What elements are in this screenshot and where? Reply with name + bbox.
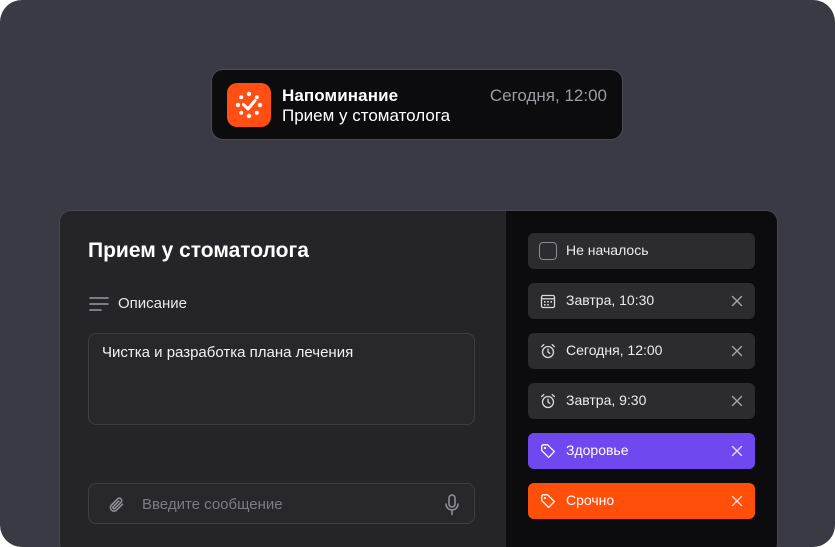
attachment-icon[interactable]	[107, 495, 127, 515]
alarm-clock-icon	[540, 343, 556, 359]
tag-chip-urgent[interactable]: Срочно	[528, 483, 755, 519]
task-card: Прием у стоматолога Описание Чистка и ра…	[59, 210, 778, 547]
task-title[interactable]: Прием у стоматолога	[88, 239, 309, 263]
task-details-panel: Прием у стоматолога Описание Чистка и ра…	[60, 211, 506, 547]
reminder-row[interactable]: Сегодня, 12:00	[528, 333, 755, 369]
message-input[interactable]	[142, 494, 432, 514]
remove-tag-icon[interactable]	[731, 495, 743, 507]
tag-icon	[541, 494, 556, 509]
message-composer[interactable]	[88, 483, 475, 524]
description-label: Описание	[118, 295, 188, 312]
description-lines-icon	[89, 297, 109, 311]
remove-reminder-icon[interactable]	[731, 345, 743, 357]
due-date-row[interactable]: Завтра, 10:30	[528, 283, 755, 319]
app-logo-icon	[227, 83, 271, 127]
reminder-label: Сегодня, 12:00	[566, 342, 663, 358]
remove-tag-icon[interactable]	[731, 445, 743, 457]
alarm-clock-icon	[540, 393, 556, 409]
notification-time: Сегодня, 12:00	[489, 86, 607, 105]
remove-due-date-icon[interactable]	[731, 295, 743, 307]
calendar-icon	[540, 294, 556, 309]
due-date-label: Завтра, 10:30	[566, 292, 655, 308]
remove-reminder-icon[interactable]	[731, 395, 743, 407]
tag-label: Здоровье	[566, 442, 629, 458]
notification-title: Напоминание	[282, 86, 399, 105]
status-checkbox[interactable]	[539, 242, 557, 260]
status-row[interactable]: Не началось	[528, 233, 755, 269]
tag-label: Срочно	[566, 492, 615, 508]
screen-background: Напоминание Прием у стоматолога Сегодня,…	[0, 0, 835, 547]
microphone-icon[interactable]	[444, 494, 460, 516]
description-text[interactable]: Чистка и разработка плана лечения	[102, 344, 353, 361]
tag-icon	[541, 444, 556, 459]
tag-chip-health[interactable]: Здоровье	[528, 433, 755, 469]
status-label: Не началось	[566, 242, 649, 258]
reminder-row[interactable]: Завтра, 9:30	[528, 383, 755, 419]
description-field[interactable]: Чистка и разработка плана лечения	[88, 333, 475, 425]
task-properties-panel: Не началось Завтра, 10:30 Сегодня, 12:00…	[506, 211, 777, 547]
reminder-notification[interactable]: Напоминание Прием у стоматолога Сегодня,…	[211, 69, 623, 140]
notification-body: Прием у стоматолога	[282, 106, 451, 125]
reminder-label: Завтра, 9:30	[566, 392, 647, 408]
